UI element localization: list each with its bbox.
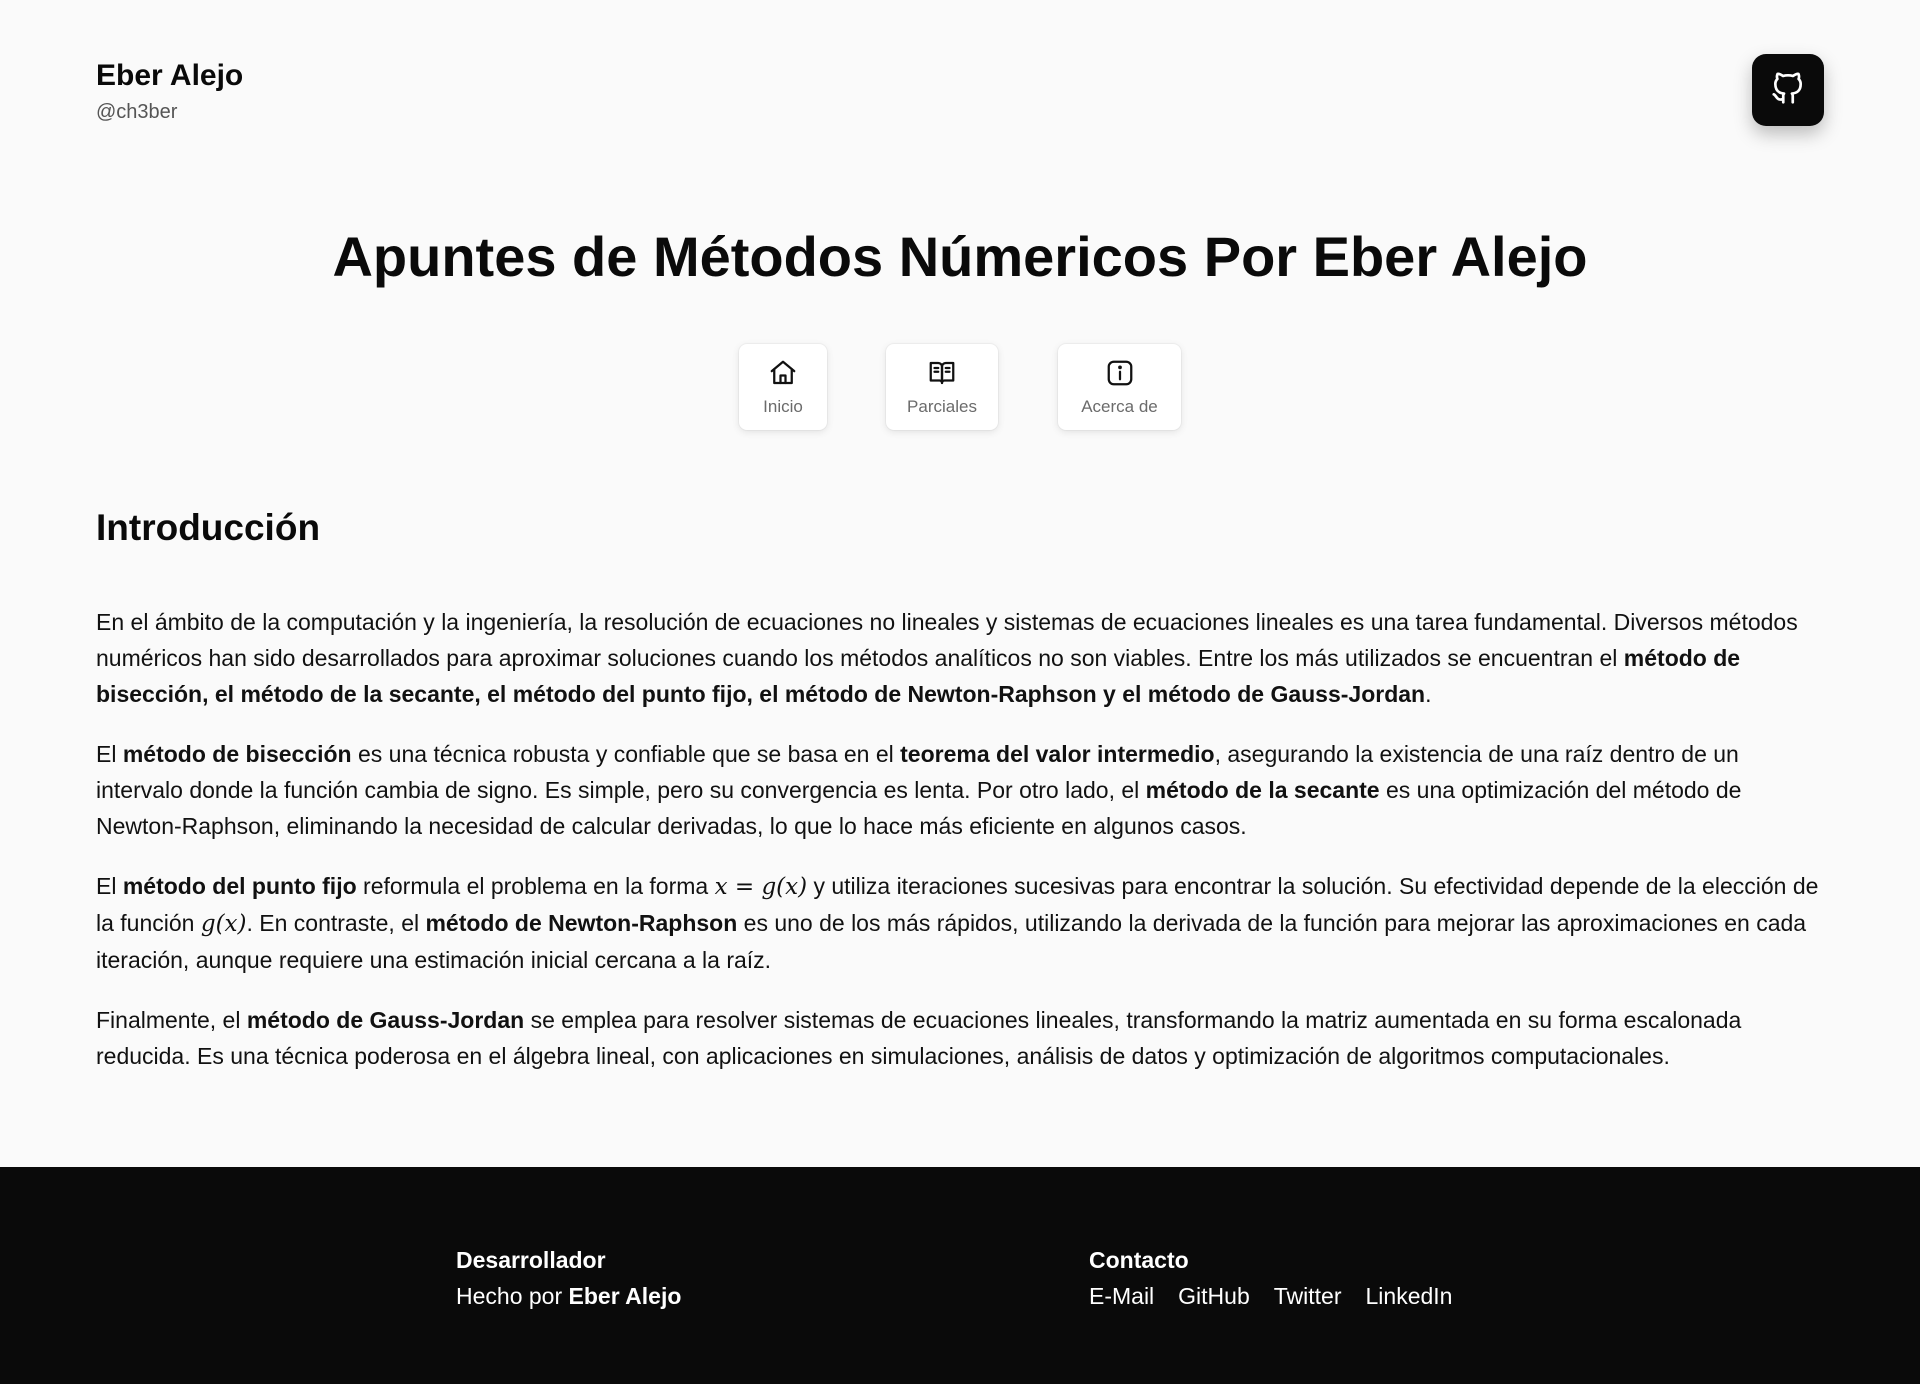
nav-label-parciales: Parciales [907, 397, 977, 416]
intro-paragraph-2: El método de bisección es una técnica ro… [96, 741, 1742, 839]
brand-handle: @ch3ber [96, 101, 178, 123]
brand-name: Eber Alejo [96, 59, 244, 92]
math-fixed-point: x = g(x) [714, 874, 808, 900]
footer-links: E-Mail GitHub Twitter LinkedIn [1089, 1281, 1452, 1311]
github-icon [1769, 69, 1807, 112]
main-nav: Inicio Parciales Acerca de [0, 344, 1920, 430]
footer-made-by: Hecho por Eber Alejo [456, 1283, 682, 1309]
intro-paragraph-4: Finalmente, el método de Gauss-Jordan se… [96, 1007, 1742, 1069]
footer-author: Eber Alejo [568, 1283, 682, 1309]
footer-link-twitter[interactable]: Twitter [1274, 1281, 1342, 1311]
intro-paragraph-3: El método del punto fijo reformula el pr… [96, 873, 1819, 973]
footer: Desarrollador Hecho por Eber Alejo Conta… [0, 1167, 1920, 1384]
nav-item-acerca-de[interactable]: Acerca de [1058, 344, 1181, 430]
page: Eber Alejo @ch3ber Apuntes de Métodos Nú… [0, 0, 1920, 1384]
github-button[interactable] [1752, 54, 1824, 126]
footer-dev-heading: Desarrollador [456, 1247, 606, 1273]
nav-label-acerca-de: Acerca de [1081, 397, 1158, 416]
footer-link-github[interactable]: GitHub [1178, 1281, 1250, 1311]
book-open-icon [926, 357, 958, 389]
footer-contact: Contacto E-Mail GitHub Twitter LinkedIn [1089, 1245, 1452, 1311]
footer-link-email[interactable]: E-Mail [1089, 1281, 1154, 1311]
math-g-of-x: g(x) [200, 911, 247, 937]
page-title: Apuntes de Métodos Númericos Por Eber Al… [332, 225, 1588, 288]
footer-contact-heading: Contacto [1089, 1247, 1189, 1273]
footer-link-linkedin[interactable]: LinkedIn [1366, 1281, 1453, 1311]
brand: Eber Alejo @ch3ber [96, 58, 243, 124]
intro-section: Introducción En el ámbito de la computac… [96, 506, 1826, 1098]
nav-item-parciales[interactable]: Parciales [886, 344, 998, 430]
section-title: Introducción [96, 507, 321, 548]
info-icon [1104, 357, 1136, 389]
home-icon [767, 357, 799, 389]
intro-paragraph-1: En el ámbito de la computación y la inge… [96, 609, 1798, 707]
footer-developer: Desarrollador Hecho por Eber Alejo [456, 1245, 681, 1311]
nav-item-inicio[interactable]: Inicio [739, 344, 827, 430]
nav-label-inicio: Inicio [763, 397, 803, 416]
